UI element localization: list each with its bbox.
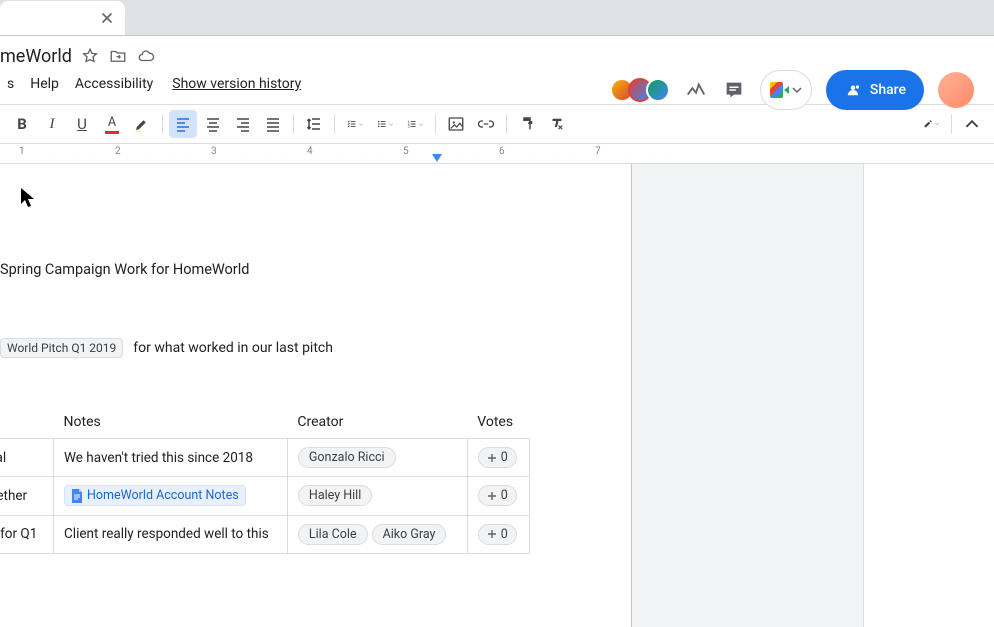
menu-item-accessibility[interactable]: Accessibility bbox=[68, 74, 160, 94]
person-chip[interactable]: Aiko Gray bbox=[372, 524, 447, 545]
text-color-button[interactable]: A bbox=[98, 110, 126, 138]
table-cell-notes[interactable]: HomeWorld Account Notes bbox=[54, 477, 288, 516]
highlight-button[interactable] bbox=[128, 110, 156, 138]
close-tab-icon[interactable] bbox=[99, 10, 115, 26]
chevron-down-icon bbox=[792, 85, 802, 95]
table-cell-creator[interactable]: Gonzalo Ricci bbox=[287, 439, 467, 477]
vote-chip[interactable]: 0 bbox=[478, 447, 517, 468]
ruler-tick: 7 bbox=[595, 146, 601, 157]
editor-canvas: Spring Campaign Work for HomeWorld World… bbox=[0, 164, 994, 627]
doc-link-chip[interactable]: HomeWorld Account Notes bbox=[64, 485, 246, 506]
table-cell-creator[interactable]: Haley Hill bbox=[287, 477, 467, 516]
star-icon[interactable] bbox=[80, 46, 100, 66]
docs-header: meWorld s Help Accessibility Show versio… bbox=[0, 36, 994, 98]
ruler-tick: 3 bbox=[211, 146, 217, 157]
avatar[interactable] bbox=[646, 78, 670, 102]
move-folder-icon[interactable] bbox=[108, 46, 128, 66]
horizontal-ruler[interactable]: 1· · · · · · ·2· · · · · · ·3· · · · · ·… bbox=[0, 144, 994, 164]
table-cell-creator[interactable]: Lila ColeAiko Gray bbox=[287, 515, 467, 553]
table-row[interactable]: story we put together HomeWorld Account N… bbox=[0, 477, 530, 516]
comment-history-icon[interactable] bbox=[722, 78, 746, 102]
bulleted-list-button[interactable] bbox=[371, 110, 399, 138]
table-header bbox=[0, 406, 54, 439]
table-cell-votes[interactable]: 0 bbox=[467, 515, 529, 553]
account-avatar[interactable] bbox=[938, 72, 974, 108]
underline-button[interactable]: U bbox=[68, 110, 96, 138]
collaborator-avatars[interactable] bbox=[616, 78, 670, 102]
svg-text:3: 3 bbox=[408, 125, 410, 129]
person-chip[interactable]: Lila Cole bbox=[298, 524, 368, 545]
meet-button[interactable] bbox=[760, 70, 812, 110]
browser-tabbar bbox=[0, 0, 994, 36]
table-row[interactable]: own and targets for Q1Client really resp… bbox=[0, 515, 530, 553]
ruler-tick: 2 bbox=[115, 146, 121, 157]
align-justify-button[interactable] bbox=[259, 110, 287, 138]
cloud-status-icon[interactable] bbox=[136, 46, 156, 66]
body-text[interactable]: for what worked in our last pitch bbox=[133, 340, 333, 356]
side-panel bbox=[864, 164, 994, 627]
share-button[interactable]: Share bbox=[826, 70, 924, 110]
table-cell[interactable]: own and targets for Q1 bbox=[0, 515, 54, 553]
smart-chip-reference[interactable]: World Pitch Q1 2019 bbox=[0, 338, 123, 358]
line-spacing-button[interactable] bbox=[300, 110, 328, 138]
table-cell-votes[interactable]: 0 bbox=[467, 477, 529, 516]
paint-format-button[interactable] bbox=[513, 110, 541, 138]
plus-icon bbox=[487, 491, 497, 501]
table-header-votes: Votes bbox=[467, 406, 529, 439]
align-left-button[interactable] bbox=[169, 110, 197, 138]
table-cell[interactable]: ial garden vertical bbox=[0, 439, 54, 477]
insert-link-button[interactable] bbox=[472, 110, 500, 138]
align-right-button[interactable] bbox=[229, 110, 257, 138]
ruler-tick: 6 bbox=[499, 146, 505, 157]
table-row[interactable]: ial garden verticalWe haven't tried this… bbox=[0, 439, 530, 477]
menu-item-help[interactable]: Help bbox=[23, 74, 66, 94]
document-title[interactable]: meWorld bbox=[0, 46, 72, 67]
table-cell-votes[interactable]: 0 bbox=[467, 439, 529, 477]
ruler-tick: 1 bbox=[19, 146, 25, 157]
plus-icon bbox=[487, 529, 497, 539]
version-history-link[interactable]: Show version history bbox=[172, 76, 301, 92]
table-header-creator: Creator bbox=[287, 406, 467, 439]
ideas-table[interactable]: Notes Creator Votes ial garden verticalW… bbox=[0, 406, 530, 554]
browser-tab[interactable] bbox=[0, 1, 125, 35]
table-cell[interactable]: story we put together bbox=[0, 477, 54, 516]
margin-area bbox=[632, 164, 864, 627]
person-chip[interactable]: Gonzalo Ricci bbox=[298, 447, 396, 468]
people-icon bbox=[844, 81, 862, 99]
table-cell-notes[interactable]: Client really responded well to this bbox=[54, 515, 288, 553]
docs-file-icon bbox=[71, 489, 83, 503]
numbered-list-button[interactable]: 123 bbox=[401, 110, 429, 138]
ruler-tick: 4 bbox=[307, 146, 313, 157]
collapse-toolbar-button[interactable] bbox=[958, 110, 986, 138]
format-toolbar: B I U A 123 bbox=[0, 104, 994, 144]
document-page[interactable]: Spring Campaign Work for HomeWorld World… bbox=[0, 164, 632, 627]
person-chip[interactable]: Haley Hill bbox=[298, 485, 372, 506]
clear-format-button[interactable] bbox=[543, 110, 571, 138]
share-label: Share bbox=[870, 82, 906, 98]
meet-icon bbox=[770, 80, 790, 100]
page-heading[interactable]: Spring Campaign Work for HomeWorld bbox=[0, 261, 611, 278]
italic-button[interactable]: I bbox=[38, 110, 66, 138]
table-cell-notes[interactable]: We haven't tried this since 2018 bbox=[54, 439, 288, 477]
bold-button[interactable]: B bbox=[8, 110, 36, 138]
activity-icon[interactable] bbox=[684, 78, 708, 102]
table-header-notes: Notes bbox=[54, 406, 288, 439]
ruler-tick: 5 bbox=[403, 146, 409, 157]
checklist-button[interactable] bbox=[341, 110, 369, 138]
plus-icon bbox=[487, 453, 497, 463]
align-center-button[interactable] bbox=[199, 110, 227, 138]
insert-image-button[interactable] bbox=[442, 110, 470, 138]
menu-item-truncated[interactable]: s bbox=[0, 74, 21, 94]
vote-chip[interactable]: 0 bbox=[478, 485, 517, 506]
vote-chip[interactable]: 0 bbox=[478, 524, 517, 545]
editing-mode-button[interactable] bbox=[917, 110, 945, 138]
